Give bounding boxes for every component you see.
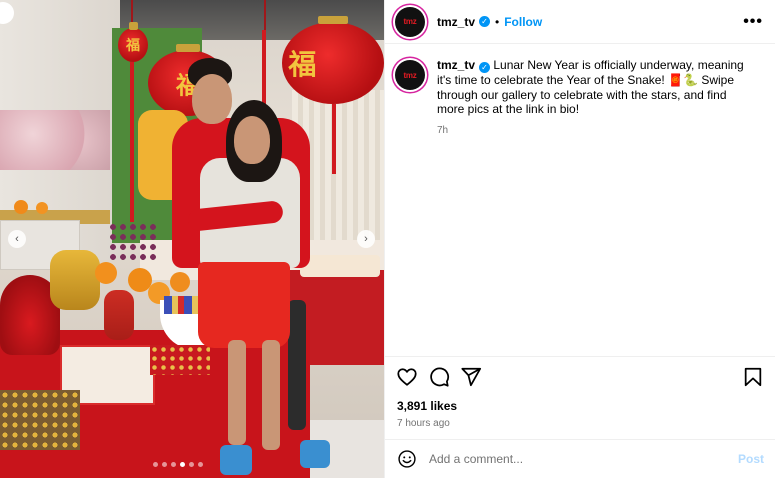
grapes xyxy=(108,222,158,262)
action-bar xyxy=(385,357,775,397)
woman-shoe xyxy=(220,445,252,475)
carousel-dot xyxy=(180,462,185,467)
post-media[interactable]: 福 福 福 ‹ › xyxy=(0,0,384,478)
man-face xyxy=(192,74,232,124)
carousel-dot xyxy=(162,462,167,467)
lantern: 福 xyxy=(118,22,148,62)
separator: • xyxy=(495,14,500,29)
woman-skirt xyxy=(198,262,290,348)
caption-time: 7h xyxy=(437,124,449,136)
carousel-dot xyxy=(189,462,194,467)
man-shoe xyxy=(300,440,330,468)
woman-leg xyxy=(262,340,280,450)
heart-icon[interactable] xyxy=(396,366,418,388)
follow-button[interactable]: Follow xyxy=(504,15,542,29)
pineapple-decor xyxy=(104,290,134,340)
bookmark-icon[interactable] xyxy=(742,366,764,388)
share-icon[interactable] xyxy=(460,366,482,388)
orange xyxy=(95,262,117,284)
orange xyxy=(170,272,190,292)
flower-arrangement xyxy=(0,110,110,170)
carousel-next-button[interactable]: › xyxy=(357,230,375,248)
comment-input[interactable] xyxy=(429,452,738,466)
post-timestamp[interactable]: 7 hours ago xyxy=(385,418,775,429)
lantern-tassel xyxy=(130,62,134,222)
lantern-tassel xyxy=(262,30,266,110)
verified-icon: ✓ xyxy=(479,16,491,27)
post-button[interactable]: Post xyxy=(738,452,764,466)
gold-statue xyxy=(50,250,100,310)
avatar-logo: tmz xyxy=(403,70,417,80)
woman-leg xyxy=(228,340,246,445)
likes-count[interactable]: 3,891 likes xyxy=(385,399,775,413)
carousel-prev-button[interactable]: ‹ xyxy=(8,230,26,248)
carousel-dot xyxy=(153,462,158,467)
caption-username[interactable]: tmz_tv xyxy=(437,58,475,72)
caption-avatar[interactable]: tmz xyxy=(395,60,425,90)
food-tray xyxy=(300,255,380,277)
orange xyxy=(14,200,28,214)
caption: tmz tmz_tv ✓ Lunar New Year is officially… xyxy=(385,44,775,138)
woman-face xyxy=(234,116,270,164)
more-icon[interactable]: ••• xyxy=(743,13,763,31)
gold-coins-tray xyxy=(0,390,80,450)
lantern-string xyxy=(264,0,266,30)
lantern: 福 xyxy=(282,16,384,104)
comment-bar: Post xyxy=(385,439,775,478)
post-header: tmz tmz_tv ✓ • Follow ••• xyxy=(385,0,775,44)
carousel-dot xyxy=(171,462,176,467)
avatar[interactable]: tmz xyxy=(395,6,425,37)
chevron-left-icon: ‹ xyxy=(15,233,19,245)
chevron-right-icon: › xyxy=(364,233,368,245)
caption-body: tmz_tv ✓ Lunar New Year is officially und… xyxy=(437,58,747,138)
actions-section: 3,891 likes 7 hours ago xyxy=(385,356,775,429)
lantern-char: 福 xyxy=(288,48,317,81)
emoji-icon[interactable] xyxy=(397,449,417,469)
username-link[interactable]: tmz_tv xyxy=(437,15,475,29)
chocolate-coins xyxy=(150,345,210,375)
post-panel: tmz tmz_tv ✓ • Follow ••• tmz tmz_tv ✓ Lu… xyxy=(384,0,775,478)
man-leg xyxy=(288,300,306,430)
lantern-char: 福 xyxy=(126,38,140,54)
avatar-logo: tmz xyxy=(403,17,417,26)
carousel-dots xyxy=(153,462,203,467)
lantern-tassel xyxy=(332,104,336,174)
carousel-dot xyxy=(198,462,203,467)
comment-icon[interactable] xyxy=(428,366,450,388)
verified-icon: ✓ xyxy=(479,62,491,73)
orange xyxy=(36,202,48,214)
